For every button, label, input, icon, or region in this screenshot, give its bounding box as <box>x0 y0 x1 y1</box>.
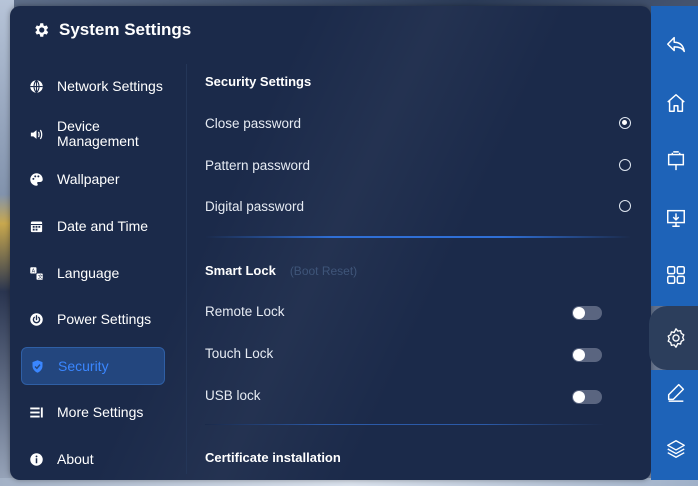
toggle-label-remote-lock: Remote Lock <box>205 304 285 319</box>
sidebar-item-label: Network Settings <box>57 77 163 94</box>
right-toolbar <box>649 6 698 480</box>
power-icon <box>28 311 44 327</box>
radio-digital-password[interactable] <box>619 200 631 212</box>
radio-close-password[interactable] <box>619 117 631 129</box>
svg-text:A: A <box>31 268 35 274</box>
toggle-usb-lock[interactable] <box>572 390 602 404</box>
pen-icon[interactable] <box>665 381 687 403</box>
back-icon[interactable] <box>665 34 687 56</box>
smart-lock-title: Smart Lock <box>205 263 276 278</box>
smart-lock-note: (Boot Reset) <box>289 264 358 278</box>
toggle-touch-lock[interactable] <box>572 348 602 362</box>
toggle-remote-lock[interactable] <box>572 306 602 320</box>
window-title: System Settings <box>59 20 192 39</box>
radio-pattern-password[interactable] <box>619 159 631 171</box>
globe-icon <box>28 78 44 94</box>
sidebar-item-about[interactable]: About <box>21 441 163 477</box>
sidebar-item-label: Wallpaper <box>57 170 120 187</box>
option-label-digital-password[interactable]: Digital password <box>205 199 304 214</box>
settings-icon[interactable] <box>665 327 687 349</box>
sidebar-item-label: Language <box>57 264 120 281</box>
whiteboard-icon[interactable] <box>665 150 687 172</box>
shield-icon <box>29 358 45 374</box>
sidebar-item-label: Date and Time <box>57 217 149 234</box>
palette-icon <box>28 171 44 187</box>
sidebar-item-label: About <box>57 450 94 467</box>
sidebar-item-label: Security <box>58 357 109 374</box>
svg-text:文: 文 <box>37 273 42 280</box>
gear-icon <box>32 21 50 39</box>
title-bar: System Settings <box>10 6 651 54</box>
sidebar-item-wallpaper[interactable]: Wallpaper <box>21 161 163 197</box>
sidebar-item-power-settings[interactable]: Power Settings <box>21 301 163 337</box>
apps-grid-icon[interactable] <box>665 264 687 286</box>
calendar-icon <box>28 218 44 234</box>
list-icon <box>28 404 44 420</box>
section-divider <box>205 236 631 238</box>
sidebar-item-label: Device Management <box>57 118 139 149</box>
section-divider <box>205 424 605 425</box>
section-heading-security: Security Settings <box>205 74 312 89</box>
sidebar-item-network-settings[interactable]: Network Settings <box>21 68 163 104</box>
settings-window: System Settings Network Settings Device … <box>10 6 651 480</box>
screen-share-icon[interactable] <box>665 207 687 229</box>
language-icon: A文 <box>28 265 44 281</box>
home-icon[interactable] <box>665 92 687 114</box>
sidebar-item-label: Power Settings <box>57 310 152 327</box>
sidebar-item-device-management[interactable]: Device Management <box>21 113 163 155</box>
sidebar-item-label: More Settings <box>57 403 144 420</box>
layers-icon[interactable] <box>665 438 687 460</box>
sidebar-item-security[interactable]: Security <box>21 347 165 385</box>
info-icon <box>28 451 44 467</box>
option-label-close-password[interactable]: Close password <box>205 116 301 131</box>
sidebar-divider <box>186 64 187 474</box>
sidebar-item-more-settings[interactable]: More Settings <box>21 394 163 430</box>
toggle-label-touch-lock: Touch Lock <box>205 346 274 361</box>
sidebar-item-language[interactable]: A文 Language <box>21 255 163 291</box>
section-heading-certificate[interactable]: Certificate installation <box>205 450 341 465</box>
sidebar-item-date-and-time[interactable]: Date and Time <box>21 208 163 244</box>
speaker-icon <box>28 126 44 142</box>
toggle-label-usb-lock: USB lock <box>205 388 261 403</box>
option-label-pattern-password[interactable]: Pattern password <box>205 158 310 173</box>
section-heading-smart-lock: Smart Lock (Boot Reset) <box>205 263 357 278</box>
